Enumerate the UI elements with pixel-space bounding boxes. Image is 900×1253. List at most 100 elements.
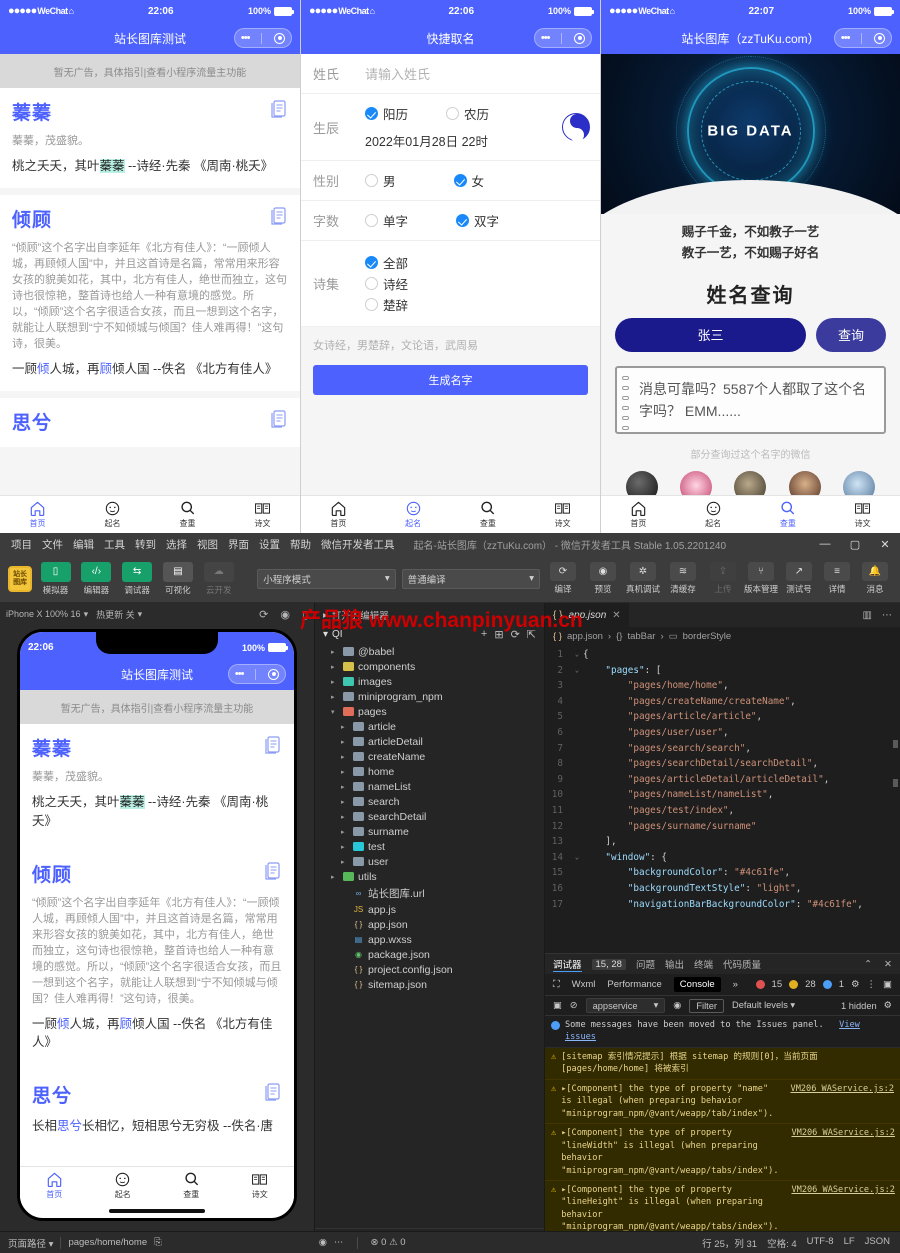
- form-row-gender[interactable]: 性别 男 女: [301, 161, 600, 201]
- page-path-label[interactable]: 页面路径 ▾: [8, 1236, 53, 1250]
- code-line[interactable]: 11 "pages/test/index",: [545, 803, 900, 819]
- radio-lunar[interactable]: 农历: [446, 104, 489, 123]
- tab-naming[interactable]: 起名: [75, 496, 150, 533]
- breadcrumb-item[interactable]: tabBar: [627, 631, 655, 642]
- code-line[interactable]: 10 "pages/nameList/nameList",: [545, 787, 900, 803]
- more-dots-icon[interactable]: •••: [241, 32, 251, 44]
- tab-naming[interactable]: 起名: [376, 496, 451, 533]
- radio-single-char[interactable]: 单字: [365, 211, 408, 230]
- tree-folder[interactable]: ▸ utils: [315, 869, 544, 884]
- tab-search[interactable]: 查重: [157, 1167, 226, 1204]
- menu-view[interactable]: 视图: [192, 537, 223, 552]
- surname-input[interactable]: 请输入姓氏: [365, 64, 430, 83]
- maximize-button[interactable]: ▢: [840, 533, 870, 555]
- code-area[interactable]: 1 ⌄{2 ⌄ "pages": [3 "pages/home/home", 4 "p…: [545, 645, 900, 953]
- radio-chuci[interactable]: 楚辞: [365, 295, 408, 314]
- radio-on-icon[interactable]: [453, 174, 467, 187]
- more-actions-icon[interactable]: ⋯: [882, 610, 892, 621]
- toolbar-testid[interactable]: ↗ 测试号: [782, 562, 816, 595]
- radio-male[interactable]: 男: [365, 171, 396, 190]
- tree-file[interactable]: JS app.js: [315, 902, 544, 917]
- wechat-capsule-menu[interactable]: •••: [534, 28, 592, 48]
- console-source-link[interactable]: VM206 WAService.js:2: [783, 1184, 894, 1234]
- radio-double-char[interactable]: 双字: [456, 211, 499, 230]
- tree-folder[interactable]: ▸ @babel: [315, 644, 544, 659]
- radio-all[interactable]: 全部: [365, 253, 408, 272]
- menu-project[interactable]: 项目: [6, 537, 37, 552]
- close-circle-icon[interactable]: [574, 32, 586, 44]
- eye-icon[interactable]: ◉: [319, 1237, 327, 1248]
- birth-datetime-value[interactable]: 2022年01月28日 22时: [365, 131, 588, 150]
- form-row-anthology[interactable]: 诗集 全部 诗经 楚辞: [301, 241, 600, 327]
- name-card[interactable]: 思兮: [0, 397, 300, 447]
- cursor-position[interactable]: 行 25，列 31: [702, 1236, 757, 1250]
- devtab-performance[interactable]: Performance: [607, 979, 661, 990]
- radio-off-icon[interactable]: [365, 214, 378, 227]
- tab-poetry[interactable]: 诗文: [225, 496, 300, 533]
- fold-toggle[interactable]: ⌄: [571, 850, 583, 866]
- name-card[interactable]: 蓁蓁 蓁蓁，茂盛貌。 桃之夭夭，其叶蓁蓁 --诗经·先秦 《周南·桃夭》: [0, 88, 300, 188]
- tree-folder[interactable]: ▸ test: [315, 839, 544, 854]
- tab-search[interactable]: 查重: [451, 496, 526, 533]
- tab-search[interactable]: 查重: [150, 496, 225, 533]
- code-line[interactable]: 14 ⌄ "window": {: [545, 850, 900, 866]
- console-warning-row[interactable]: ⚠ ▸[Component] the type of property "name…: [545, 1079, 900, 1125]
- menu-tools[interactable]: 工具: [99, 537, 130, 552]
- code-line[interactable]: 4 "pages/createName/createName",: [545, 694, 900, 710]
- device-icon[interactable]: ▯: [302, 608, 308, 621]
- close-icon[interactable]: ✕: [612, 610, 620, 621]
- code-line[interactable]: 16 "backgroundTextStyle": "light",: [545, 881, 900, 897]
- encoding[interactable]: UTF-8: [807, 1236, 834, 1250]
- menu-interface[interactable]: 界面: [223, 537, 254, 552]
- radio-female[interactable]: 女: [453, 171, 484, 190]
- tab-poetry[interactable]: 诗文: [226, 1167, 295, 1204]
- radio-off-icon[interactable]: [365, 174, 378, 187]
- radio-off-icon[interactable]: [365, 277, 378, 290]
- tree-file[interactable]: { } project.config.json: [315, 962, 544, 977]
- mode-select[interactable]: 小程序模式 ▾: [257, 568, 396, 589]
- problems-status[interactable]: ⊗ 0 ⚠ 0: [371, 1237, 406, 1248]
- toolbar-preview[interactable]: ◉ 预览: [586, 562, 620, 595]
- hot-reload-select[interactable]: 热更新 关 ▾: [96, 608, 142, 621]
- menu-settings[interactable]: 设置: [254, 537, 285, 552]
- more-vertical-icon[interactable]: ⋮: [867, 979, 877, 990]
- code-line[interactable]: 3 "pages/home/home",: [545, 678, 900, 694]
- radio-on-icon[interactable]: [365, 256, 378, 269]
- console-source-link[interactable]: VM206 WAService.js:2: [783, 1083, 894, 1120]
- menu-wechat-devtools[interactable]: 微信开发者工具: [316, 537, 400, 552]
- tab-search[interactable]: 查重: [751, 496, 826, 533]
- gear-icon[interactable]: ⚙: [851, 979, 860, 990]
- record-icon[interactable]: ◉: [280, 608, 290, 621]
- device-select[interactable]: iPhone X 100% 16 ▾: [6, 609, 88, 620]
- close-icon[interactable]: ✕: [884, 959, 892, 970]
- filter-input[interactable]: Filter: [689, 998, 725, 1013]
- close-circle-icon[interactable]: [268, 668, 280, 680]
- form-row-charcount[interactable]: 字数 单字 双字: [301, 201, 600, 241]
- code-line[interactable]: 6 "pages/user/user",: [545, 725, 900, 741]
- console-warning-row[interactable]: ⚠ ▸[Component] the type of property "line…: [545, 1124, 900, 1181]
- wechat-capsule-menu[interactable]: •••: [228, 664, 286, 684]
- open-editors-header[interactable]: ▸ 打开的编辑器: [315, 605, 544, 625]
- eye-icon[interactable]: ◉: [673, 1000, 681, 1011]
- radio-on-icon[interactable]: [456, 214, 470, 227]
- new-file-icon[interactable]: +: [481, 628, 487, 641]
- name-card[interactable]: 思兮 长相思兮长相忆，短相思兮无穷极 --佚名·唐: [20, 1071, 294, 1148]
- tree-folder[interactable]: ▸ article: [315, 719, 544, 734]
- more-tabs-icon[interactable]: »: [733, 979, 738, 990]
- project-root[interactable]: ▾ QI + ⊞ ⟳ ⇱: [315, 625, 544, 644]
- code-line[interactable]: 15 "backgroundColor": "#4c61fe",: [545, 865, 900, 881]
- panel-tab-debugger[interactable]: 调试器: [553, 957, 582, 972]
- console-warning-row[interactable]: ⚠ [sitemap 索引情况提示] 根据 sitemap 的规则[0]，当前页面…: [545, 1047, 900, 1080]
- breadcrumb-item[interactable]: app.json: [567, 631, 603, 642]
- toolbar-compile[interactable]: ⟳ 编译: [546, 562, 580, 595]
- toolbar-clear-cache[interactable]: ≋ 清缓存: [666, 562, 700, 595]
- refresh-icon[interactable]: ⟳: [511, 628, 520, 641]
- code-line[interactable]: 12 "pages/surname/surname": [545, 819, 900, 835]
- close-button[interactable]: ✕: [870, 533, 900, 555]
- more-dots-icon[interactable]: •••: [841, 32, 851, 44]
- copy-icon[interactable]: [265, 1083, 282, 1102]
- radio-off-icon[interactable]: [446, 107, 460, 120]
- menu-file[interactable]: 文件: [37, 537, 68, 552]
- more-dots-icon[interactable]: •••: [235, 668, 245, 680]
- devtab-console[interactable]: Console: [673, 977, 721, 992]
